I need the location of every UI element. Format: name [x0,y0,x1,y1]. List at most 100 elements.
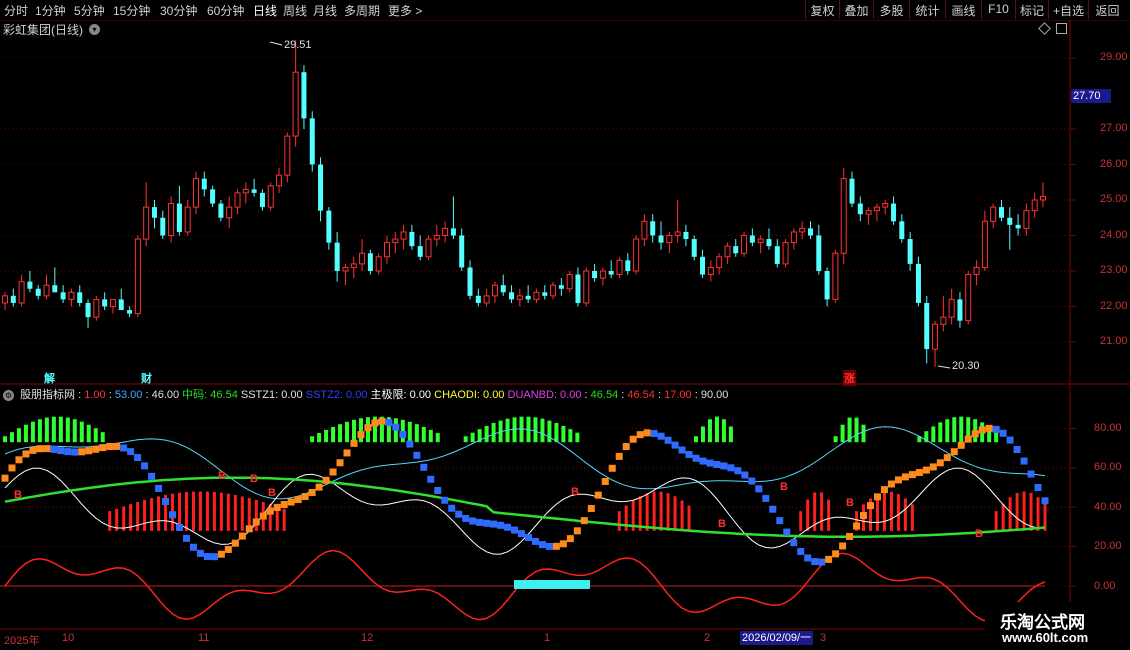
blue-step-block [162,498,170,506]
candle-body-up [599,270,606,279]
blue-step-block [727,464,735,472]
blue-step-block [657,432,665,440]
orange-step-block [1,474,9,482]
orange-step-block [559,540,567,548]
green-histogram-bar [568,429,573,443]
candle-body-down [592,271,598,279]
orange-step-block [615,452,623,460]
candle-body-up [790,231,797,244]
orange-step-block [322,476,330,484]
orange-step-block [266,507,274,515]
candle-body-down [318,164,324,211]
orange-step-block [8,464,16,472]
candle-body-down [450,228,456,236]
orange-step-block [887,480,895,488]
green-histogram-bar [358,418,363,443]
orange-step-block [901,473,909,481]
candle-body-down [35,288,41,296]
orange-step-block [308,489,316,497]
candle-body-up [882,203,889,208]
event-marker-unlock[interactable]: 解 [44,370,55,386]
green-histogram-bar [540,418,545,443]
indicator-value: 主极限: 0.00 [370,389,432,401]
blue-step-block [406,440,414,448]
orange-step-block [350,439,358,447]
buy-signal: B [250,473,258,485]
candle-body-up [1040,195,1046,201]
blue-step-block [57,447,65,455]
orange-step-block [636,431,644,439]
blue-step-block [748,477,756,485]
orange-step-block [894,476,902,484]
candle-body-up [292,71,299,137]
date-tick: 2025年 [4,635,40,647]
event-marker-finance[interactable]: 财 [141,370,152,386]
orange-step-block [301,493,309,501]
chart-canvas[interactable] [0,0,1130,650]
blue-step-block [64,448,72,456]
green-histogram-bar [345,421,350,443]
buy-signal: B [846,497,854,509]
candle-body-up [433,235,440,240]
orange-step-block [594,491,602,499]
candle-body-down [102,299,108,307]
blue-step-block [1013,446,1021,454]
blue-step-block [664,436,672,444]
candle-body-down [1015,224,1021,229]
orange-step-block [867,502,875,510]
green-histogram-bar [840,424,845,443]
indicator-series [1,416,1049,623]
orange-step-block [950,448,958,456]
price-tick: 29.00 [1100,51,1128,63]
green-histogram-bar [100,432,105,443]
orange-step-block [915,469,923,477]
candle-body-up [940,316,947,325]
indicator-tick: 0.00 [1094,580,1116,592]
indicator-grid [0,427,1076,587]
blue-step-block [699,457,707,465]
candle-body-up [840,178,847,254]
candle-body-down [608,271,614,275]
candle-body-up [491,284,498,297]
orange-step-block [573,527,581,535]
price-tick: 26.00 [1100,158,1128,170]
orange-step-block [357,431,365,439]
candle-body-up [342,266,349,272]
candle-body-up [226,206,233,219]
blue-step-block [755,485,763,493]
indicator-tick: 20.00 [1094,540,1122,552]
candle-body-down [467,267,473,296]
orange-step-block [601,477,609,485]
candle-body-up [134,238,141,315]
green-histogram-bar [491,423,496,443]
orange-step-block [287,498,295,506]
blue-step-block [441,496,449,504]
candle-body-down [915,263,921,303]
blue-step-block [783,528,791,536]
candle-body-up [425,238,432,258]
blue-step-block [469,517,477,525]
candle-body-up [276,174,283,187]
green-histogram-bar [414,424,419,443]
candle-body-up [741,235,748,254]
blue-step-block [804,554,812,562]
candle-body-down [650,221,656,236]
candle-body-up [583,270,590,304]
orange-step-block [78,448,86,456]
blue-step-block [524,534,532,542]
candle-body-down [367,253,373,271]
settings-icon[interactable]: ⚙ [3,390,14,401]
green-histogram-bar [72,419,77,443]
green-histogram-bar [484,425,489,443]
cyan-highlight-bar [514,580,590,589]
blue-step-block [182,534,190,542]
orange-step-block [245,525,253,533]
blue-step-block [134,454,142,462]
date-tick: 2 [704,632,711,644]
candle-body-down [525,295,531,300]
date-tick: 3 [820,632,827,644]
event-marker-limit-up[interactable]: 涨 [843,370,856,386]
candle-body-down [749,235,755,243]
indicator-name[interactable]: 股朋指标网 [20,389,75,401]
candle-body-up [516,295,523,300]
